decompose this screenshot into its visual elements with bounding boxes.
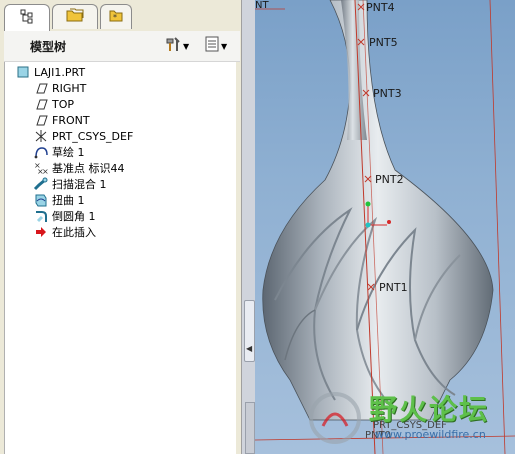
tree-item-label: 基准点 标识44 — [52, 162, 125, 175]
tree-item-label: 在此插入 — [52, 226, 96, 239]
model-tree: LAJI1.PRT RIGHT TOP FRONT PRT_CSYS_DEF 草… — [4, 62, 236, 454]
datum-point-label: PNT1 — [379, 281, 408, 294]
svg-text:×: × — [42, 167, 49, 175]
datum-point-label: PNT2 — [375, 173, 404, 186]
watermark: 野火论坛 www.proewildfire.cn — [307, 384, 512, 452]
tree-item-label: LAJI1.PRT — [34, 65, 86, 79]
datum-plane-icon — [33, 113, 49, 127]
folder-browser-tab-icon — [65, 7, 85, 27]
tab-model-tree[interactable] — [4, 4, 50, 31]
corner-datum-label: NT — [255, 0, 269, 11]
tree-item-root[interactable]: LAJI1.PRT — [15, 64, 85, 80]
sketch-icon — [33, 145, 49, 159]
tab-folder-browser[interactable] — [52, 4, 98, 29]
list-icon — [204, 35, 220, 57]
watermark-title: 野火论坛 — [369, 393, 490, 426]
model-tree-tab-icon — [19, 8, 35, 28]
tree-item-label: FRONT — [52, 113, 90, 127]
svg-text:*: * — [113, 13, 117, 22]
navigator-panel: * 模型树 ▼ ▼ LAJI1.PRT RIGHT TOP FRONT PRT_… — [0, 0, 241, 454]
forum-logo-icon — [309, 392, 361, 444]
tree-item-label: 倒圆角 1 — [52, 210, 96, 223]
graphics-window[interactable]: NT PNT4 PNT5 PNT3 PNT2 PNT1 PRT_CSYS_DEF… — [255, 0, 515, 454]
tree-item-warp[interactable]: 扭曲 1 — [33, 192, 85, 208]
navigator-tabs: * — [0, 0, 241, 31]
splitter-arrow-icon: ◀ — [246, 344, 253, 353]
insert-here-arrow-icon — [33, 225, 49, 239]
watermark-url: www.proewildfire.cn — [375, 428, 486, 441]
settings-button[interactable]: ▼ — [164, 36, 189, 56]
tree-item-label: 草绘 1 — [52, 146, 85, 159]
datum-point-label: PNT4 — [366, 1, 395, 14]
datum-plane-icon — [33, 97, 49, 111]
warp-icon — [33, 193, 49, 207]
csys-icon — [33, 129, 49, 143]
tools-icon — [164, 35, 182, 57]
tree-item-label: TOP — [52, 97, 75, 111]
swept-blend-icon — [33, 177, 49, 191]
panel-title: 模型树 — [30, 40, 67, 54]
round-icon — [33, 209, 49, 223]
tab-favorites[interactable]: * — [100, 4, 132, 29]
favorites-tab-icon: * — [108, 7, 124, 27]
chevron-down-icon: ▼ — [183, 41, 190, 51]
tree-item-sketch[interactable]: 草绘 1 — [33, 144, 85, 160]
tree-item-swept-blend[interactable]: 扫描混合 1 — [33, 176, 107, 192]
tree-item-label: PRT_CSYS_DEF — [52, 129, 134, 143]
tree-item-insert-here[interactable]: 在此插入 — [33, 224, 96, 240]
tree-item-top[interactable]: TOP — [33, 96, 74, 112]
part-icon — [15, 65, 31, 79]
tree-item-front[interactable]: FRONT — [33, 112, 90, 128]
datum-point-label: PNT5 — [369, 36, 398, 49]
tree-item-right[interactable]: RIGHT — [33, 80, 86, 96]
show-button[interactable]: ▼ — [204, 36, 227, 56]
datum-point-label: PNT3 — [373, 87, 402, 100]
model-tree-header: 模型树 ▼ ▼ — [4, 31, 240, 62]
chevron-down-icon: ▼ — [221, 41, 228, 51]
tree-item-round[interactable]: 倒圆角 1 — [33, 208, 96, 224]
datum-plane-icon — [33, 81, 49, 95]
tree-item-csys[interactable]: PRT_CSYS_DEF — [33, 128, 133, 144]
tree-item-label: 扫描混合 1 — [52, 178, 107, 191]
tree-item-label: 扭曲 1 — [52, 194, 85, 207]
scroll-thumb[interactable] — [245, 402, 255, 454]
tree-item-label: RIGHT — [52, 81, 87, 95]
splitter-scrollbar[interactable]: ◀ — [241, 0, 256, 454]
datum-point-icon: × × × — [33, 161, 49, 176]
tree-item-datum-point[interactable]: × × × 基准点 标识44 — [33, 160, 125, 176]
